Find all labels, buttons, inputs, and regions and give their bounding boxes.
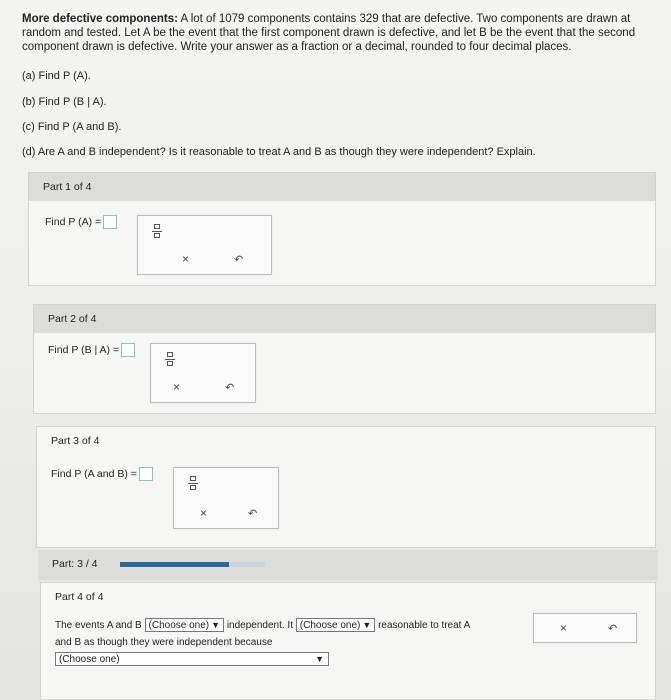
part-4-panel: Part 4 of 4 The events A and B (Choose o…: [40, 582, 656, 700]
undo-icon[interactable]: ↶: [234, 253, 243, 266]
part-3-math-palette: × ↶: [173, 467, 279, 529]
part-4-statement: The events A and B (Choose one) ▼ indepen…: [55, 617, 515, 668]
reason-select-value: (Choose one): [59, 654, 120, 666]
part-1-prompt: Find P (A) =: [45, 215, 118, 229]
part-1-panel: Part 1 of 4 Find P (A) = × ↶: [28, 172, 656, 286]
undo-icon[interactable]: ↶: [225, 381, 234, 394]
triangle-down-icon: ▼: [362, 620, 372, 631]
part-2-answer-input[interactable]: [121, 343, 136, 357]
reason-select[interactable]: (Choose one) ▼: [55, 652, 329, 667]
part-4-header: Part 4 of 4: [55, 591, 104, 603]
question-c: (c) Find P (A and B).: [22, 121, 122, 133]
undo-icon[interactable]: ↶: [248, 507, 257, 520]
undo-icon[interactable]: ↶: [608, 622, 617, 635]
progress-bar-fill: [120, 562, 229, 567]
page: More defective components: A lot of 1079…: [0, 0, 671, 700]
reasonable-select-value: (Choose one): [299, 620, 361, 632]
reasonable-select[interactable]: (Choose one) ▼: [295, 618, 376, 633]
part-3-answer-input[interactable]: [138, 467, 153, 481]
clear-icon[interactable]: ×: [173, 380, 180, 394]
fraction-template-icon[interactable]: [188, 476, 198, 492]
part-1-answer-input[interactable]: [103, 215, 118, 229]
part-4-tool-palette: × ↶: [533, 613, 637, 643]
clear-icon[interactable]: ×: [182, 252, 189, 266]
part-2-prompt-text: Find P (B | A) =: [48, 343, 120, 356]
part-2-header: Part 2 of 4: [34, 305, 655, 333]
question-a: (a) Find P (A).: [22, 70, 91, 82]
fraction-template-icon[interactable]: [165, 352, 175, 368]
part-1-prompt-text: Find P (A) =: [45, 215, 102, 228]
problem-line-3: component drawn is defective. Write your…: [22, 41, 572, 53]
fraction-template-icon[interactable]: [152, 224, 162, 240]
question-d: (d) Are A and B independent? Is it reaso…: [22, 146, 536, 158]
problem-statement: More defective components: A lot of 1079…: [22, 12, 652, 54]
progress-bar: [120, 562, 265, 567]
part-1-math-palette: × ↶: [137, 215, 272, 275]
clear-icon[interactable]: ×: [560, 621, 567, 635]
independence-select[interactable]: (Choose one) ▼: [144, 618, 225, 633]
triangle-down-icon: ▼: [211, 620, 221, 631]
question-b: (b) Find P (B | A).: [22, 96, 107, 108]
triangle-down-icon: ▼: [315, 654, 324, 665]
part-3-panel: Part 3 of 4 Find P (A and B) = × ↶: [36, 426, 656, 548]
part-2-math-palette: × ↶: [150, 343, 256, 403]
progress-label: Part: 3 / 4: [52, 558, 98, 570]
part-1-header: Part 1 of 4: [29, 173, 655, 201]
part-3-prompt: Find P (A and B) =: [51, 467, 153, 481]
part-2-prompt: Find P (B | A) =: [48, 343, 136, 357]
independence-select-value: (Choose one): [148, 620, 210, 632]
problem-line-1: A lot of 1079 components contains 329 th…: [177, 13, 631, 25]
problem-line-2: random and tested. Let A be the event th…: [22, 27, 636, 39]
part-4-text-4: and B as though they were independent be…: [55, 637, 273, 648]
part-4-text-3: reasonable to treat A: [378, 620, 471, 631]
part-3-header: Part 3 of 4: [51, 435, 100, 447]
part-4-text-1: The events A and B: [55, 620, 142, 631]
part-4-text-2: independent. It: [226, 620, 293, 631]
part-2-panel: Part 2 of 4 Find P (B | A) = × ↶: [33, 304, 656, 414]
part-3-prompt-text: Find P (A and B) =: [51, 467, 137, 480]
problem-title: More defective components:: [22, 13, 178, 25]
clear-icon[interactable]: ×: [200, 506, 207, 520]
progress-strip: Part: 3 / 4: [38, 550, 658, 580]
